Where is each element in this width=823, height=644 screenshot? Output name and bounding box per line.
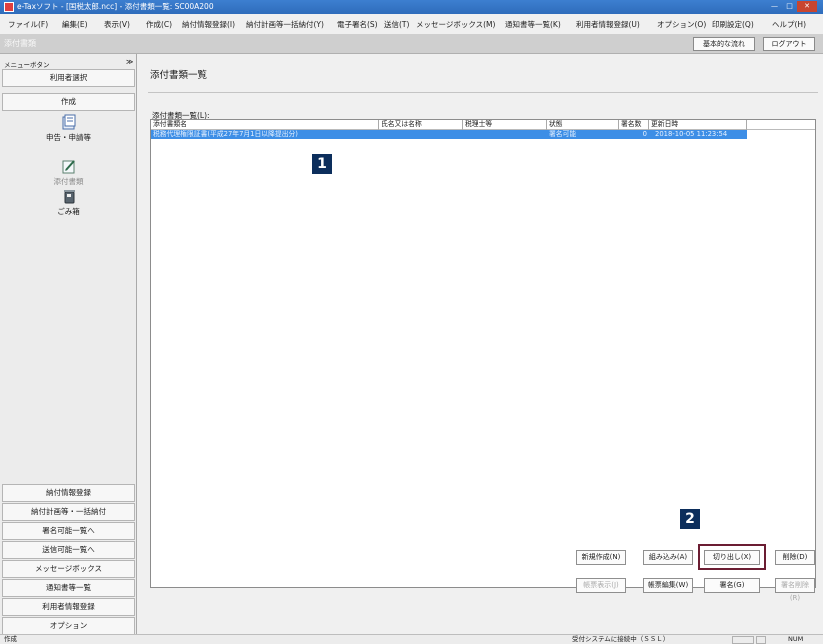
delete-button[interactable]: 削除(D) xyxy=(775,550,815,565)
minimize-button[interactable]: — xyxy=(767,1,782,12)
menu-send[interactable]: 送信(T) xyxy=(384,19,409,30)
cell-signatures: 0 xyxy=(642,130,647,138)
menu-payment-info[interactable]: 納付情報登録(I) xyxy=(182,19,235,30)
cell-updated: 2018-10-05 11:23:54 xyxy=(655,130,728,138)
sidebar-item-label: 添付書類 xyxy=(53,177,84,186)
sidebar-item-label: 申告・申請等 xyxy=(46,133,91,142)
sidebar-button-options[interactable]: オプション xyxy=(2,617,135,635)
attachment-list[interactable]: 添付書類名 氏名又は名称 税理士等 状態 署名数 更新日時 税務代理権限証書(平… xyxy=(150,119,816,588)
menu-notices[interactable]: 通知書等一覧(K) xyxy=(505,19,561,30)
menu-edit[interactable]: 編集(E) xyxy=(62,19,88,30)
column-header-accountant[interactable]: 税理士等 xyxy=(463,120,547,130)
collapse-sidebar-icon[interactable]: ≫ xyxy=(126,58,133,66)
trash-bin-icon xyxy=(63,190,75,204)
form-edit-button[interactable]: 帳票編集(W) xyxy=(643,578,693,593)
menu-view[interactable]: 表示(V) xyxy=(104,19,130,30)
column-header-updated[interactable]: 更新日時 xyxy=(649,120,747,130)
window-controls: — □ ✕ xyxy=(767,1,817,13)
close-button[interactable]: ✕ xyxy=(797,1,817,12)
menu-message-box[interactable]: メッセージボックス(M) xyxy=(416,19,495,30)
sidebar: メニューボタン ≫ 利用者選択 作成 申告・申請等 添付書類 ごみ箱 納付情報登… xyxy=(0,54,137,635)
basic-flow-button[interactable]: 基本的な流れ xyxy=(693,37,755,51)
attachment-pen-icon xyxy=(62,160,75,174)
sidebar-button-payment-plan[interactable]: 納付計画等・一括納付 xyxy=(2,503,135,521)
status-indicator-box xyxy=(756,636,766,644)
export-highlight-frame xyxy=(698,544,766,570)
create-group-button[interactable]: 作成 xyxy=(2,93,135,111)
table-row[interactable]: 税務代理権限証書(平成27年7月1日以降提出分) 署名可能 0 2018-10-… xyxy=(151,130,747,139)
logout-button[interactable]: ログアウト xyxy=(763,37,815,51)
sidebar-button-sendable-list[interactable]: 送信可能一覧へ xyxy=(2,541,135,559)
column-header-name[interactable]: 添付書類名 xyxy=(151,120,379,130)
sidebar-button-message-box[interactable]: メッセージボックス xyxy=(2,560,135,578)
status-num: NUM xyxy=(788,635,804,643)
form-display-button[interactable]: 帳票表示(J) xyxy=(576,578,626,593)
menu-user-info[interactable]: 利用者情報登録(U) xyxy=(576,19,640,30)
cell-status: 署名可能 xyxy=(549,130,577,138)
callout-2: 2 xyxy=(680,509,700,529)
menu-file[interactable]: ファイル(F) xyxy=(8,19,48,30)
sidebar-item-returns[interactable]: 申告・申請等 xyxy=(0,114,137,143)
menu-payment-plan[interactable]: 納付計画等一括納付(Y) xyxy=(246,19,324,30)
maximize-button[interactable]: □ xyxy=(782,1,797,12)
app-icon xyxy=(4,2,14,12)
sidebar-button-user-info[interactable]: 利用者情報登録 xyxy=(2,598,135,616)
document-form-icon xyxy=(62,114,75,130)
status-indicator-box xyxy=(732,636,754,644)
sidebar-menu-header: メニューボタン xyxy=(4,61,50,69)
sidebar-item-attachments[interactable]: 添付書類 xyxy=(0,158,137,187)
section-header: 添付書類 基本的な流れ ログアウト xyxy=(0,34,823,54)
title-bar: e-Taxソフト - [国税太郎.ncc] - 添付書類一覧: SC00A200… xyxy=(0,0,823,14)
main-panel: 添付書類一覧 添付書類一覧(L): 添付書類名 氏名又は名称 税理士等 状態 署… xyxy=(138,54,823,634)
column-header-status[interactable]: 状態 xyxy=(547,120,619,130)
new-create-button[interactable]: 新規作成(N) xyxy=(576,550,626,565)
sidebar-button-payment-info[interactable]: 納付情報登録 xyxy=(2,484,135,502)
cell-name: 税務代理権限証書(平成27年7月1日以降提出分) xyxy=(153,130,298,138)
sidebar-item-trash[interactable]: ごみ箱 xyxy=(0,188,137,217)
section-title: 添付書類 xyxy=(4,39,36,48)
menu-print-settings[interactable]: 印刷設定(Q) xyxy=(712,19,754,30)
menu-help[interactable]: ヘルプ(H) xyxy=(772,19,806,30)
column-header-signatures[interactable]: 署名数 xyxy=(619,120,649,130)
delete-signature-button[interactable]: 署名削除(R) xyxy=(775,578,815,602)
list-header: 添付書類名 氏名又は名称 税理士等 状態 署名数 更新日時 xyxy=(151,120,815,130)
app-window: e-Taxソフト - [国税太郎.ncc] - 添付書類一覧: SC00A200… xyxy=(0,0,823,644)
user-select-button[interactable]: 利用者選択 xyxy=(2,69,135,87)
sidebar-button-signable-list[interactable]: 署名可能一覧へ xyxy=(2,522,135,540)
status-bar: 作成 受付システムに接続中（ＳＳＬ） NUM xyxy=(0,634,823,644)
sidebar-item-label: ごみ箱 xyxy=(57,207,80,216)
sidebar-button-notices[interactable]: 通知書等一覧 xyxy=(2,579,135,597)
status-left: 作成 xyxy=(4,635,17,643)
callout-1: 1 xyxy=(312,154,332,174)
sign-button[interactable]: 署名(G) xyxy=(704,578,760,593)
column-header-client[interactable]: 氏名又は名称 xyxy=(379,120,463,130)
import-button[interactable]: 組み込み(A) xyxy=(643,550,693,565)
page-title: 添付書類一覧 xyxy=(150,70,208,81)
window-title: e-Taxソフト - [国税太郎.ncc] - 添付書類一覧: SC00A200 xyxy=(17,2,214,11)
status-connection: 受付システムに接続中（ＳＳＬ） xyxy=(572,635,670,643)
menu-signature[interactable]: 電子署名(S) xyxy=(337,19,378,30)
menu-options[interactable]: オプション(O) xyxy=(657,19,706,30)
menu-bar: ファイル(F) 編集(E) 表示(V) 作成(C) 納付情報登録(I) 納付計画… xyxy=(0,14,823,34)
title-divider xyxy=(148,92,818,93)
menu-create[interactable]: 作成(C) xyxy=(146,19,172,30)
